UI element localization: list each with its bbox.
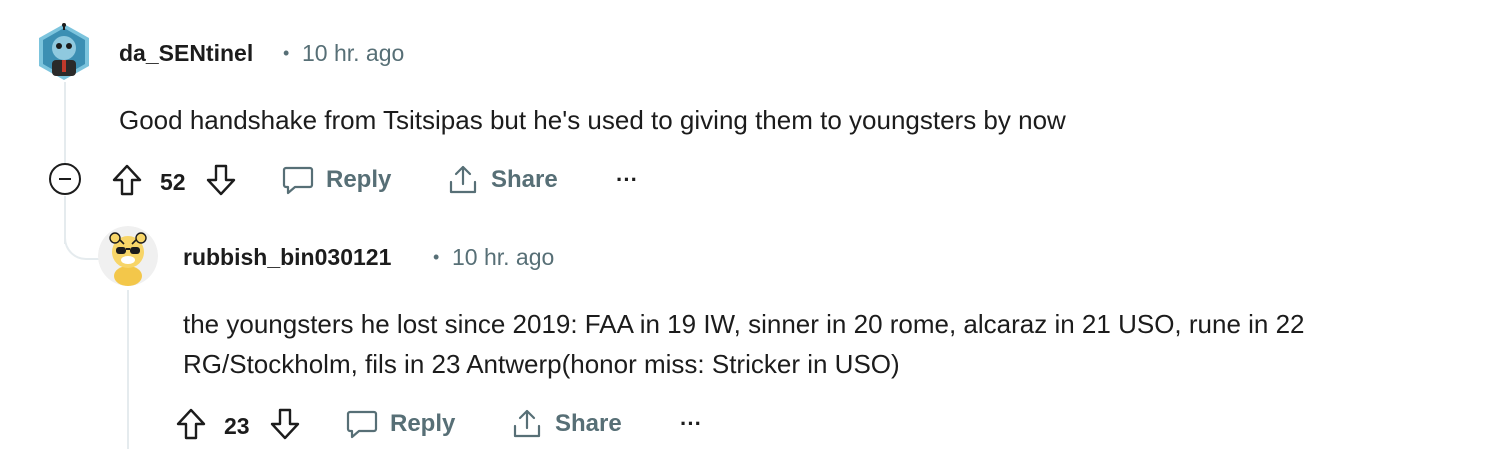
downvote-button[interactable] [268, 406, 302, 442]
more-icon: ··· [680, 411, 702, 436]
user-avatar-icon [39, 23, 89, 80]
downvote-icon [270, 408, 300, 440]
share-button[interactable]: Share [511, 402, 622, 446]
comment-timestamp[interactable]: 10 hr. ago [452, 244, 554, 271]
avatar[interactable] [98, 226, 158, 286]
downvote-button[interactable] [204, 162, 238, 198]
share-label: Share [491, 166, 558, 193]
reply-label: Reply [326, 166, 392, 193]
upvote-icon [176, 408, 206, 440]
minus-icon [59, 178, 71, 180]
upvote-icon [112, 164, 142, 196]
user-avatar-icon [98, 226, 158, 286]
comment-timestamp[interactable]: 10 hr. ago [302, 40, 404, 67]
meta-separator: • [433, 247, 440, 267]
upvote-button[interactable] [110, 162, 144, 198]
comment-thread: da_SENtinel • 10 hr. ago Good handshake … [0, 0, 1491, 449]
thread-line-parent [64, 82, 66, 164]
upvote-button[interactable] [174, 406, 208, 442]
reply-icon [282, 166, 314, 195]
more-options-button[interactable]: ··· [680, 402, 702, 446]
share-icon [513, 409, 541, 438]
collapse-button[interactable] [49, 163, 81, 195]
comment-body: Good handshake from Tsitsipas but he's u… [119, 105, 1066, 135]
comment-body-line-2: RG/Stockholm, fils in 23 Antwerp(honor m… [183, 349, 900, 379]
vote-score: 23 [224, 413, 250, 439]
comment-body-line-1: the youngsters he lost since 2019: FAA i… [183, 309, 1305, 339]
reply-button[interactable]: Reply [282, 158, 391, 202]
share-label: Share [555, 410, 622, 437]
comment-author[interactable]: rubbish_bin030121 [183, 244, 391, 271]
thread-connector-curve [64, 224, 102, 260]
comment-author[interactable]: da_SENtinel [119, 40, 253, 67]
vote-score: 52 [160, 169, 186, 195]
meta-separator: • [283, 43, 290, 63]
reply-icon [346, 410, 378, 439]
share-icon [449, 165, 477, 194]
reply-label: Reply [390, 410, 456, 437]
thread-line-child [127, 290, 129, 449]
downvote-icon [206, 164, 236, 196]
reply-button[interactable]: Reply [346, 402, 455, 446]
share-button[interactable]: Share [447, 158, 558, 202]
more-icon: ··· [616, 167, 638, 192]
more-options-button[interactable]: ··· [616, 158, 638, 202]
avatar[interactable] [34, 22, 94, 82]
